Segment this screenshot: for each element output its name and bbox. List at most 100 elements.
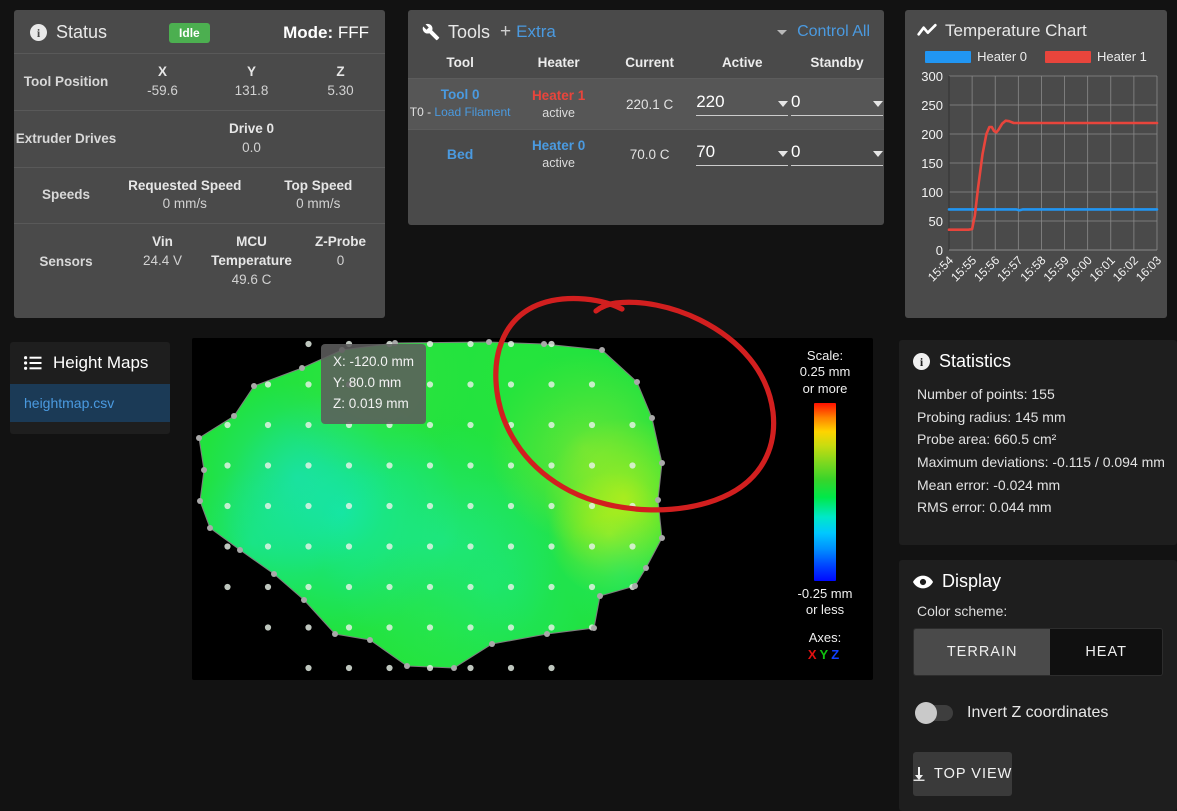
heater-link[interactable]: Heater 1 xyxy=(512,88,605,103)
active-temp-input[interactable]: 70 xyxy=(696,142,789,167)
invert-z-label: Invert Z coordinates xyxy=(967,704,1109,721)
status-cell: X -59.6 xyxy=(118,63,207,101)
svg-text:15:58: 15:58 xyxy=(1017,253,1048,284)
cell-value: 0 mm/s xyxy=(162,196,207,212)
statistics-panel: i Statistics Number of points: 155 Probi… xyxy=(899,340,1177,545)
svg-text:250: 250 xyxy=(921,98,943,113)
status-cell: Drive 0 0.0 xyxy=(118,120,385,158)
status-row-extruder-drives: Extruder Drives Drive 0 0.0 xyxy=(14,109,385,167)
scale-max-line2: or more xyxy=(802,380,848,396)
standby-temp-value: 0 xyxy=(791,142,801,162)
cell-key: Z-Probe xyxy=(314,234,366,250)
tool-subline: T0 - Load Filament xyxy=(408,104,512,121)
display-header: Display xyxy=(899,560,1177,601)
statistics-title: Statistics xyxy=(939,351,1012,371)
scheme-terrain-button[interactable]: TERRAIN xyxy=(914,629,1051,675)
scale-min-line1: -0.25 mm xyxy=(797,585,853,601)
chart-header: Temperature Chart xyxy=(905,10,1167,47)
cell-active: 220 xyxy=(694,78,791,130)
stat-probing-radius: Probing radius: 145 mm xyxy=(917,408,1066,425)
temperature-chart-panel: Temperature Chart Heater 0 Heater 1 0 50 1… xyxy=(905,10,1167,318)
row-values: X -59.6 Y 131.8 Z 5.30 xyxy=(118,63,385,101)
wrench-icon xyxy=(422,23,440,41)
legend-label-heater0: Heater 0 xyxy=(977,49,1027,64)
legend-label-heater1: Heater 1 xyxy=(1097,49,1147,64)
display-title: Display xyxy=(942,571,1002,591)
tools-header: Tools + Extra Control All xyxy=(408,10,884,51)
status-cell: Top Speed 0 mm/s xyxy=(252,177,386,215)
cell-key: Z xyxy=(336,64,345,79)
svg-text:15:57: 15:57 xyxy=(994,253,1025,284)
tools-title: Tools xyxy=(448,21,491,42)
svg-text:15:56: 15:56 xyxy=(971,253,1002,284)
tools-table-head: Tool Heater Current Active Standby xyxy=(408,51,884,79)
status-cell: Requested Speed 0 mm/s xyxy=(118,177,252,215)
chevron-down-icon[interactable] xyxy=(873,151,884,158)
stat-probe-area: Probe area: 660.5 cm² xyxy=(917,431,1057,448)
svg-text:15:54: 15:54 xyxy=(925,253,956,284)
cell-heater: Heater 1 active xyxy=(512,78,605,130)
stat-rms-error: RMS error: 0.044 mm xyxy=(917,499,1052,516)
stat-maximum-deviations: Maximum deviations: -0.115 / 0.094 mm xyxy=(917,454,1165,471)
chevron-down-icon[interactable] xyxy=(777,29,788,35)
standby-temp-input[interactable]: 0 xyxy=(791,92,884,117)
cell-current-temp: 70.0 C xyxy=(604,129,695,179)
cell-value: 5.30 xyxy=(327,82,354,98)
heightmap-viewport[interactable]: X: -120.0 mm Y: 80.0 mm Z: 0.019 mm Scal… xyxy=(192,338,873,680)
scheme-heat-button[interactable]: HEAT xyxy=(1050,629,1162,675)
control-all-button[interactable]: Control All xyxy=(797,23,870,41)
mode-label: Mode: xyxy=(283,22,334,42)
axes-title: Axes: xyxy=(808,630,842,646)
cell-tool: Bed xyxy=(408,129,513,179)
svg-text:16:03: 16:03 xyxy=(1133,253,1161,284)
cell-current-temp: 220.1 C xyxy=(604,78,695,130)
bed-link[interactable]: Bed xyxy=(408,146,512,162)
table-row[interactable]: Tool 0 T0 - Load Filament Heater 1 activ… xyxy=(408,78,884,130)
standby-temp-input[interactable]: 0 xyxy=(791,142,884,167)
statistics-header: i Statistics xyxy=(899,340,1177,381)
list-icon xyxy=(24,356,42,370)
cell-tool: Tool 0 T0 - Load Filament xyxy=(408,78,513,130)
tools-panel: Tools + Extra Control All Tool Heater Cu… xyxy=(408,10,884,225)
status-row-speeds: Speeds Requested Speed 0 mm/s Top Speed … xyxy=(14,166,386,224)
axis-z-label: Z xyxy=(831,647,843,663)
chevron-down-icon[interactable] xyxy=(778,151,789,158)
heightmap-tooltip: X: -120.0 mm Y: 80.0 mm Z: 0.019 mm xyxy=(321,344,427,424)
mode-display: Mode: FFF xyxy=(283,23,369,43)
color-scheme-label: Color scheme: xyxy=(917,603,1008,619)
invert-z-row[interactable]: Invert Z coordinates xyxy=(899,676,1177,724)
chart-title-text: Temperature Chart xyxy=(945,21,1087,40)
cell-value: 24.4 V xyxy=(142,253,183,269)
tool-sub-prefix: T0 - xyxy=(409,105,435,119)
col-current: Current xyxy=(604,51,695,79)
eye-icon xyxy=(913,575,933,589)
row-values: Vin 24.4 V MCU Temperature 49.6 C Z-Prob… xyxy=(118,233,385,290)
status-header: i Status Idle Mode: FFF xyxy=(14,10,385,53)
load-filament-link[interactable]: Load Filament xyxy=(434,105,510,119)
active-temp-value: 70 xyxy=(696,142,716,162)
height-maps-panel: Height Maps heightmap.csv xyxy=(10,342,170,434)
tool-link[interactable]: Tool 0 xyxy=(408,87,512,102)
display-panel: Display Color scheme: TERRAIN HEAT Inver… xyxy=(899,560,1177,811)
chevron-down-icon[interactable] xyxy=(873,101,884,108)
extra-link[interactable]: Extra xyxy=(516,22,556,42)
active-temp-input[interactable]: 220 xyxy=(696,92,789,117)
cell-key: Requested Speed xyxy=(128,177,242,193)
chevron-down-icon[interactable] xyxy=(778,101,789,108)
top-view-button[interactable]: TOP VIEW xyxy=(913,752,1013,796)
heater-link[interactable]: Heater 0 xyxy=(512,138,605,153)
cell-value: -59.6 xyxy=(147,82,178,98)
table-row[interactable]: Bed Heater 0 active 70.0 C 70 0 xyxy=(408,129,884,179)
col-active: Active xyxy=(694,51,791,79)
add-tool-icon[interactable]: + xyxy=(500,21,511,43)
tools-table: Tool Heater Current Active Standby Tool … xyxy=(408,51,884,179)
svg-text:16:00: 16:00 xyxy=(1064,253,1095,284)
list-item[interactable]: heightmap.csv xyxy=(10,384,170,422)
heater-state: active xyxy=(542,156,575,171)
legend-swatch-heater0 xyxy=(925,50,972,63)
page-title: Status xyxy=(56,22,108,42)
scale-title: Scale: xyxy=(806,348,844,363)
invert-z-toggle[interactable] xyxy=(915,702,953,724)
cell-key: Drive 0 xyxy=(228,120,275,136)
stat-number-of-points: Number of points: 155 xyxy=(917,386,1055,402)
